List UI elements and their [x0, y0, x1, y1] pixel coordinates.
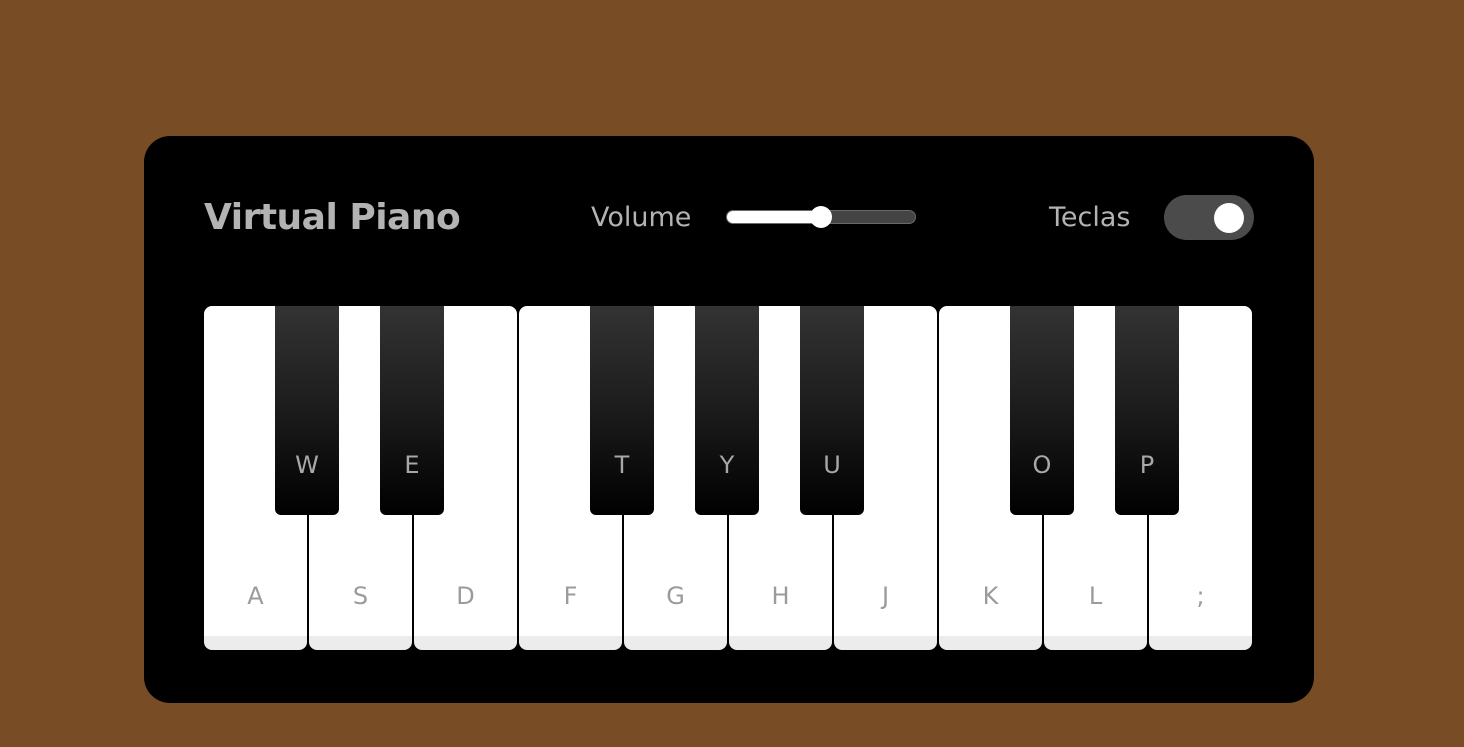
- key-label: D: [456, 582, 475, 610]
- key-label: S: [352, 582, 369, 610]
- volume-slider[interactable]: [726, 206, 916, 228]
- key-label: J: [881, 582, 890, 610]
- toggle-knob: [1214, 203, 1244, 233]
- key-label: E: [404, 451, 420, 479]
- key-label: P: [1139, 451, 1155, 479]
- key-label: K: [982, 582, 999, 610]
- black-key-y[interactable]: Y: [695, 306, 759, 515]
- black-key-t[interactable]: T: [590, 306, 654, 515]
- key-label: Y: [719, 451, 735, 479]
- volume-slider-fill: [727, 211, 821, 223]
- key-label: U: [823, 451, 841, 479]
- show-keys-label: Teclas: [1049, 202, 1131, 233]
- key-label: F: [563, 582, 578, 610]
- volume-slider-thumb[interactable]: [810, 206, 832, 228]
- key-label: H: [771, 582, 790, 610]
- key-label: G: [666, 582, 685, 610]
- black-key-u[interactable]: U: [800, 306, 864, 515]
- key-label: O: [1032, 451, 1052, 479]
- piano-keyboard: A S D F G H J K L ; W E T Y U O P: [204, 306, 1254, 651]
- key-label: L: [1088, 582, 1103, 610]
- key-label: W: [295, 451, 319, 479]
- black-key-o[interactable]: O: [1010, 306, 1074, 515]
- key-label: A: [247, 582, 264, 610]
- key-label: ;: [1196, 582, 1205, 610]
- black-key-w[interactable]: W: [275, 306, 339, 515]
- black-key-p[interactable]: P: [1115, 306, 1179, 515]
- app-title: Virtual Piano: [204, 197, 461, 238]
- show-keys-toggle[interactable]: [1164, 195, 1254, 240]
- black-key-e[interactable]: E: [380, 306, 444, 515]
- piano-panel: Virtual Piano Volume Teclas A S D F G H …: [144, 136, 1314, 703]
- key-label: T: [614, 451, 630, 479]
- volume-label: Volume: [591, 202, 692, 233]
